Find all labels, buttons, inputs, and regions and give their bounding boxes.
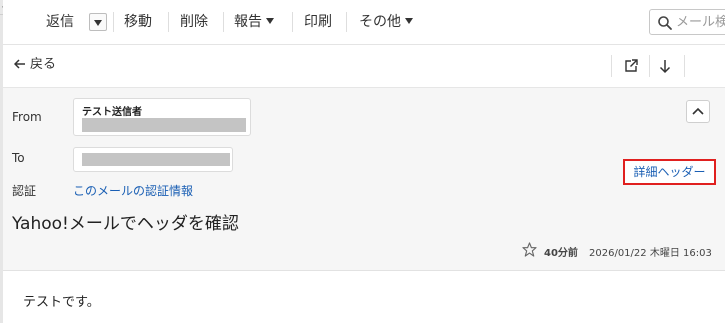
toolbar-divider [292,12,293,32]
chevron-down-icon [405,18,413,24]
collapse-header-button[interactable] [686,100,710,123]
toolbar-divider [113,12,114,32]
auth-info-link[interactable]: このメールの認証情報 [73,182,193,199]
chevron-up-icon [692,107,704,115]
to-label: To [12,151,25,165]
navbar-divider [684,55,685,77]
chevron-down-icon [94,20,102,26]
move-button[interactable]: 移動 [124,13,152,31]
back-button[interactable]: 戻る [13,56,57,74]
arrow-down-icon[interactable] [656,57,674,75]
arrow-left-icon [13,59,25,69]
delete-button[interactable]: 削除 [180,13,208,31]
back-label: 戻る [30,57,57,72]
chevron-down-icon [266,18,274,24]
from-label: From [12,110,42,124]
star-icon[interactable] [522,242,537,257]
relative-time: 40分前 [544,248,578,259]
search-icon [658,16,672,30]
message-body-text: テストです。 [23,295,100,310]
reply-options-dropdown[interactable] [89,13,107,31]
sender-address-redacted [82,118,246,132]
received-datetime: 2026/01/22 木曜日 16:03 [589,248,712,259]
message-body: テストです。 [3,271,725,323]
report-label: 報告 [234,14,262,30]
recipient-card[interactable] [73,147,233,172]
auth-label: 認証 [12,184,37,198]
print-button[interactable]: 印刷 [304,13,332,31]
more-label: その他 [359,14,401,30]
sender-card[interactable]: テスト送信者 [73,98,251,136]
search-input[interactable] [676,13,725,31]
more-button[interactable]: その他 [359,13,413,31]
navigation-bar: 戻る [3,45,725,88]
mail-search-box[interactable] [649,9,725,35]
message-header: From テスト送信者 To 認証 このメールの認証情報 詳細ヘッダー Yaho… [3,88,725,271]
recipient-address-redacted [82,153,230,166]
message-subject: Yahoo!メールでヘッダを確認 [12,214,239,234]
message-toolbar: 返信 移動 削除 報告 印刷 その他 [3,0,725,45]
toolbar-divider [346,12,347,32]
detail-header-link[interactable]: 詳細ヘッダー [623,159,716,185]
sender-name: テスト送信者 [82,107,142,118]
open-external-icon[interactable] [622,57,640,75]
toolbar-divider [168,12,169,32]
report-button[interactable]: 報告 [234,13,274,31]
navbar-divider [649,55,650,77]
navbar-divider [611,55,612,77]
toolbar-divider [223,12,224,32]
reply-button[interactable]: 返信 [46,13,74,31]
